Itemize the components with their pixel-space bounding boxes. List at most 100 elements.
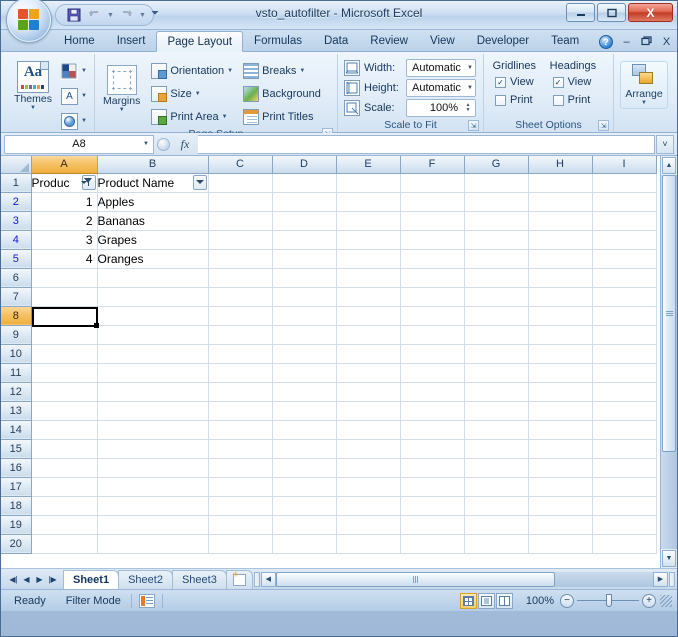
- cell-D18[interactable]: [272, 496, 337, 516]
- cell-F19[interactable]: [400, 515, 465, 535]
- tab-developer[interactable]: Developer: [466, 30, 540, 51]
- cell-D17[interactable]: [272, 477, 337, 497]
- cell-G11[interactable]: [464, 363, 529, 383]
- cell-I7[interactable]: [592, 287, 657, 307]
- scale-to-fit-dialog-launcher[interactable]: ⇲: [468, 120, 479, 131]
- cell-F17[interactable]: [400, 477, 465, 497]
- cell-I20[interactable]: [592, 534, 657, 554]
- cell-F7[interactable]: [400, 287, 465, 307]
- column-header-b[interactable]: B: [97, 156, 209, 174]
- cell-E17[interactable]: [336, 477, 401, 497]
- tab-view[interactable]: View: [419, 30, 466, 51]
- cell-F15[interactable]: [400, 439, 465, 459]
- cell-G16[interactable]: [464, 458, 529, 478]
- themes-button[interactable]: Aa Themes ▼: [9, 58, 57, 114]
- column-header-c[interactable]: C: [208, 156, 273, 174]
- resize-grip[interactable]: [660, 594, 672, 607]
- cell-E9[interactable]: [336, 325, 401, 345]
- cell-H20[interactable]: [528, 534, 593, 554]
- cell-A6[interactable]: [31, 268, 98, 288]
- vertical-scrollbar[interactable]: ▲ ▼: [660, 156, 677, 568]
- cell-C14[interactable]: [208, 420, 273, 440]
- cell-C8[interactable]: [208, 306, 273, 326]
- cell-B2[interactable]: Apples: [97, 192, 209, 212]
- cell-C18[interactable]: [208, 496, 273, 516]
- cell-C2[interactable]: [208, 192, 273, 212]
- cell-E6[interactable]: [336, 268, 401, 288]
- document-minimize-button[interactable]: –: [620, 36, 633, 48]
- cell-E18[interactable]: [336, 496, 401, 516]
- cell-G20[interactable]: [464, 534, 529, 554]
- cell-H1[interactable]: [528, 173, 593, 193]
- zoom-track[interactable]: [577, 594, 639, 607]
- row-header-19[interactable]: 19: [1, 515, 32, 535]
- cell-C12[interactable]: [208, 382, 273, 402]
- theme-fonts-button[interactable]: A ▼: [60, 85, 88, 107]
- cell-B4[interactable]: Grapes: [97, 230, 209, 250]
- cell-E12[interactable]: [336, 382, 401, 402]
- cell-E16[interactable]: [336, 458, 401, 478]
- cell-G1[interactable]: [464, 173, 529, 193]
- cell-I11[interactable]: [592, 363, 657, 383]
- cell-A2[interactable]: 1: [31, 192, 98, 212]
- scale-spinner[interactable]: 100% ▲ ▼: [406, 99, 476, 117]
- tab-insert[interactable]: Insert: [106, 30, 157, 51]
- print-area-button[interactable]: Print Area ▼: [147, 106, 237, 128]
- cell-B19[interactable]: [97, 515, 209, 535]
- tab-page-layout[interactable]: Page Layout: [156, 31, 244, 52]
- breaks-button[interactable]: Breaks ▼: [239, 60, 325, 82]
- theme-colors-button[interactable]: ▼: [60, 60, 88, 82]
- cell-C16[interactable]: [208, 458, 273, 478]
- sheet-tab-sheet3[interactable]: Sheet3: [171, 569, 227, 589]
- cell-I8[interactable]: [592, 306, 657, 326]
- cell-A8[interactable]: [31, 306, 98, 326]
- cell-H17[interactable]: [528, 477, 593, 497]
- cell-B15[interactable]: [97, 439, 209, 459]
- cell-C9[interactable]: [208, 325, 273, 345]
- cell-H15[interactable]: [528, 439, 593, 459]
- cell-B9[interactable]: [97, 325, 209, 345]
- cell-B5[interactable]: Oranges: [97, 249, 209, 269]
- horizontal-scroll-thumb[interactable]: [275, 571, 555, 587]
- cell-B16[interactable]: [97, 458, 209, 478]
- cell-H11[interactable]: [528, 363, 593, 383]
- cell-C17[interactable]: [208, 477, 273, 497]
- cell-E4[interactable]: [336, 230, 401, 250]
- cell-H16[interactable]: [528, 458, 593, 478]
- cell-G10[interactable]: [464, 344, 529, 364]
- row-header-11[interactable]: 11: [1, 363, 32, 383]
- first-sheet-button[interactable]: ◀|: [7, 575, 20, 584]
- cell-B3[interactable]: Bananas: [97, 211, 209, 231]
- cell-C20[interactable]: [208, 534, 273, 554]
- column-header-a[interactable]: A: [31, 156, 98, 174]
- cell-H6[interactable]: [528, 268, 593, 288]
- row-header-5[interactable]: 5: [1, 249, 32, 269]
- cell-G13[interactable]: [464, 401, 529, 421]
- row-header-6[interactable]: 6: [1, 268, 32, 288]
- formula-input[interactable]: [198, 134, 655, 154]
- cell-H14[interactable]: [528, 420, 593, 440]
- row-header-12[interactable]: 12: [1, 382, 32, 402]
- cell-F2[interactable]: [400, 192, 465, 212]
- cell-C13[interactable]: [208, 401, 273, 421]
- row-header-16[interactable]: 16: [1, 458, 32, 478]
- cell-C11[interactable]: [208, 363, 273, 383]
- normal-view-button[interactable]: [460, 592, 477, 609]
- width-dropdown[interactable]: Automatic ▼: [406, 59, 476, 77]
- name-box[interactable]: A8 ▼: [4, 134, 154, 154]
- filter-button-a1[interactable]: [81, 174, 96, 190]
- row-header-10[interactable]: 10: [1, 344, 32, 364]
- cell-D15[interactable]: [272, 439, 337, 459]
- horizontal-split-handle[interactable]: [669, 571, 675, 587]
- cell-A17[interactable]: [31, 477, 98, 497]
- theme-effects-button[interactable]: ▼: [60, 110, 88, 132]
- cell-F12[interactable]: [400, 382, 465, 402]
- cell-B10[interactable]: [97, 344, 209, 364]
- minimize-button[interactable]: [566, 3, 595, 22]
- cell-H18[interactable]: [528, 496, 593, 516]
- cell-E11[interactable]: [336, 363, 401, 383]
- row-header-15[interactable]: 15: [1, 439, 32, 459]
- sheet-tab-sheet2[interactable]: Sheet2: [118, 569, 173, 589]
- headings-view-checkbox[interactable]: ✓ View: [550, 74, 596, 90]
- cell-I4[interactable]: [592, 230, 657, 250]
